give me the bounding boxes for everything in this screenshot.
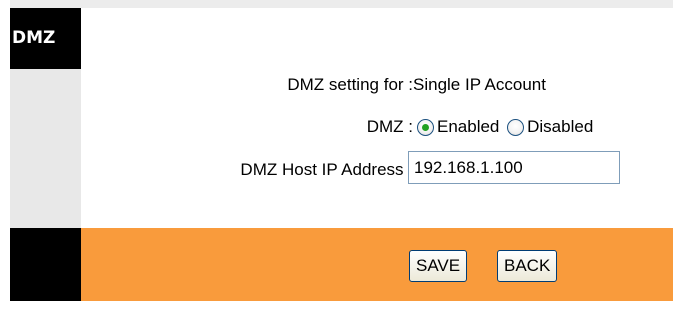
dmz-enabled-label[interactable]: Enabled xyxy=(437,113,499,141)
side-column-footer xyxy=(10,228,81,301)
dmz-toggle-row: DMZ : Enabled Disabled xyxy=(81,113,673,141)
side-column: DMZ xyxy=(10,8,81,301)
dmz-disabled-label[interactable]: Disabled xyxy=(527,113,593,141)
host-ip-input[interactable]: 192.168.1.100 xyxy=(408,151,620,184)
dmz-enabled-option[interactable]: Enabled xyxy=(417,113,502,141)
dmz-enabled-radio[interactable] xyxy=(417,118,434,136)
dmz-toggle-label: DMZ : xyxy=(366,117,413,136)
dmz-disabled-option[interactable]: Disabled xyxy=(507,113,596,141)
dmz-page: DMZ DMZ setting for : Single IP Account … xyxy=(0,0,673,309)
dmz-setting-label: DMZ setting for : xyxy=(287,75,413,94)
dmz-setting-value: Single IP Account xyxy=(413,75,546,94)
top-divider xyxy=(10,0,673,8)
host-ip-label: DMZ Host IP Address : xyxy=(240,160,413,179)
dmz-setting-row: DMZ setting for : Single IP Account xyxy=(81,71,673,99)
action-bar: SAVE BACK xyxy=(81,228,673,301)
back-button[interactable]: BACK xyxy=(497,250,558,282)
dmz-radio-group: Enabled Disabled xyxy=(417,113,596,141)
host-ip-row: DMZ Host IP Address : 192.168.1.100 xyxy=(81,151,673,184)
section-title: DMZ xyxy=(10,8,81,69)
save-button[interactable]: SAVE xyxy=(409,250,468,282)
dmz-disabled-radio[interactable] xyxy=(507,118,525,136)
bottom-divider xyxy=(10,301,673,309)
